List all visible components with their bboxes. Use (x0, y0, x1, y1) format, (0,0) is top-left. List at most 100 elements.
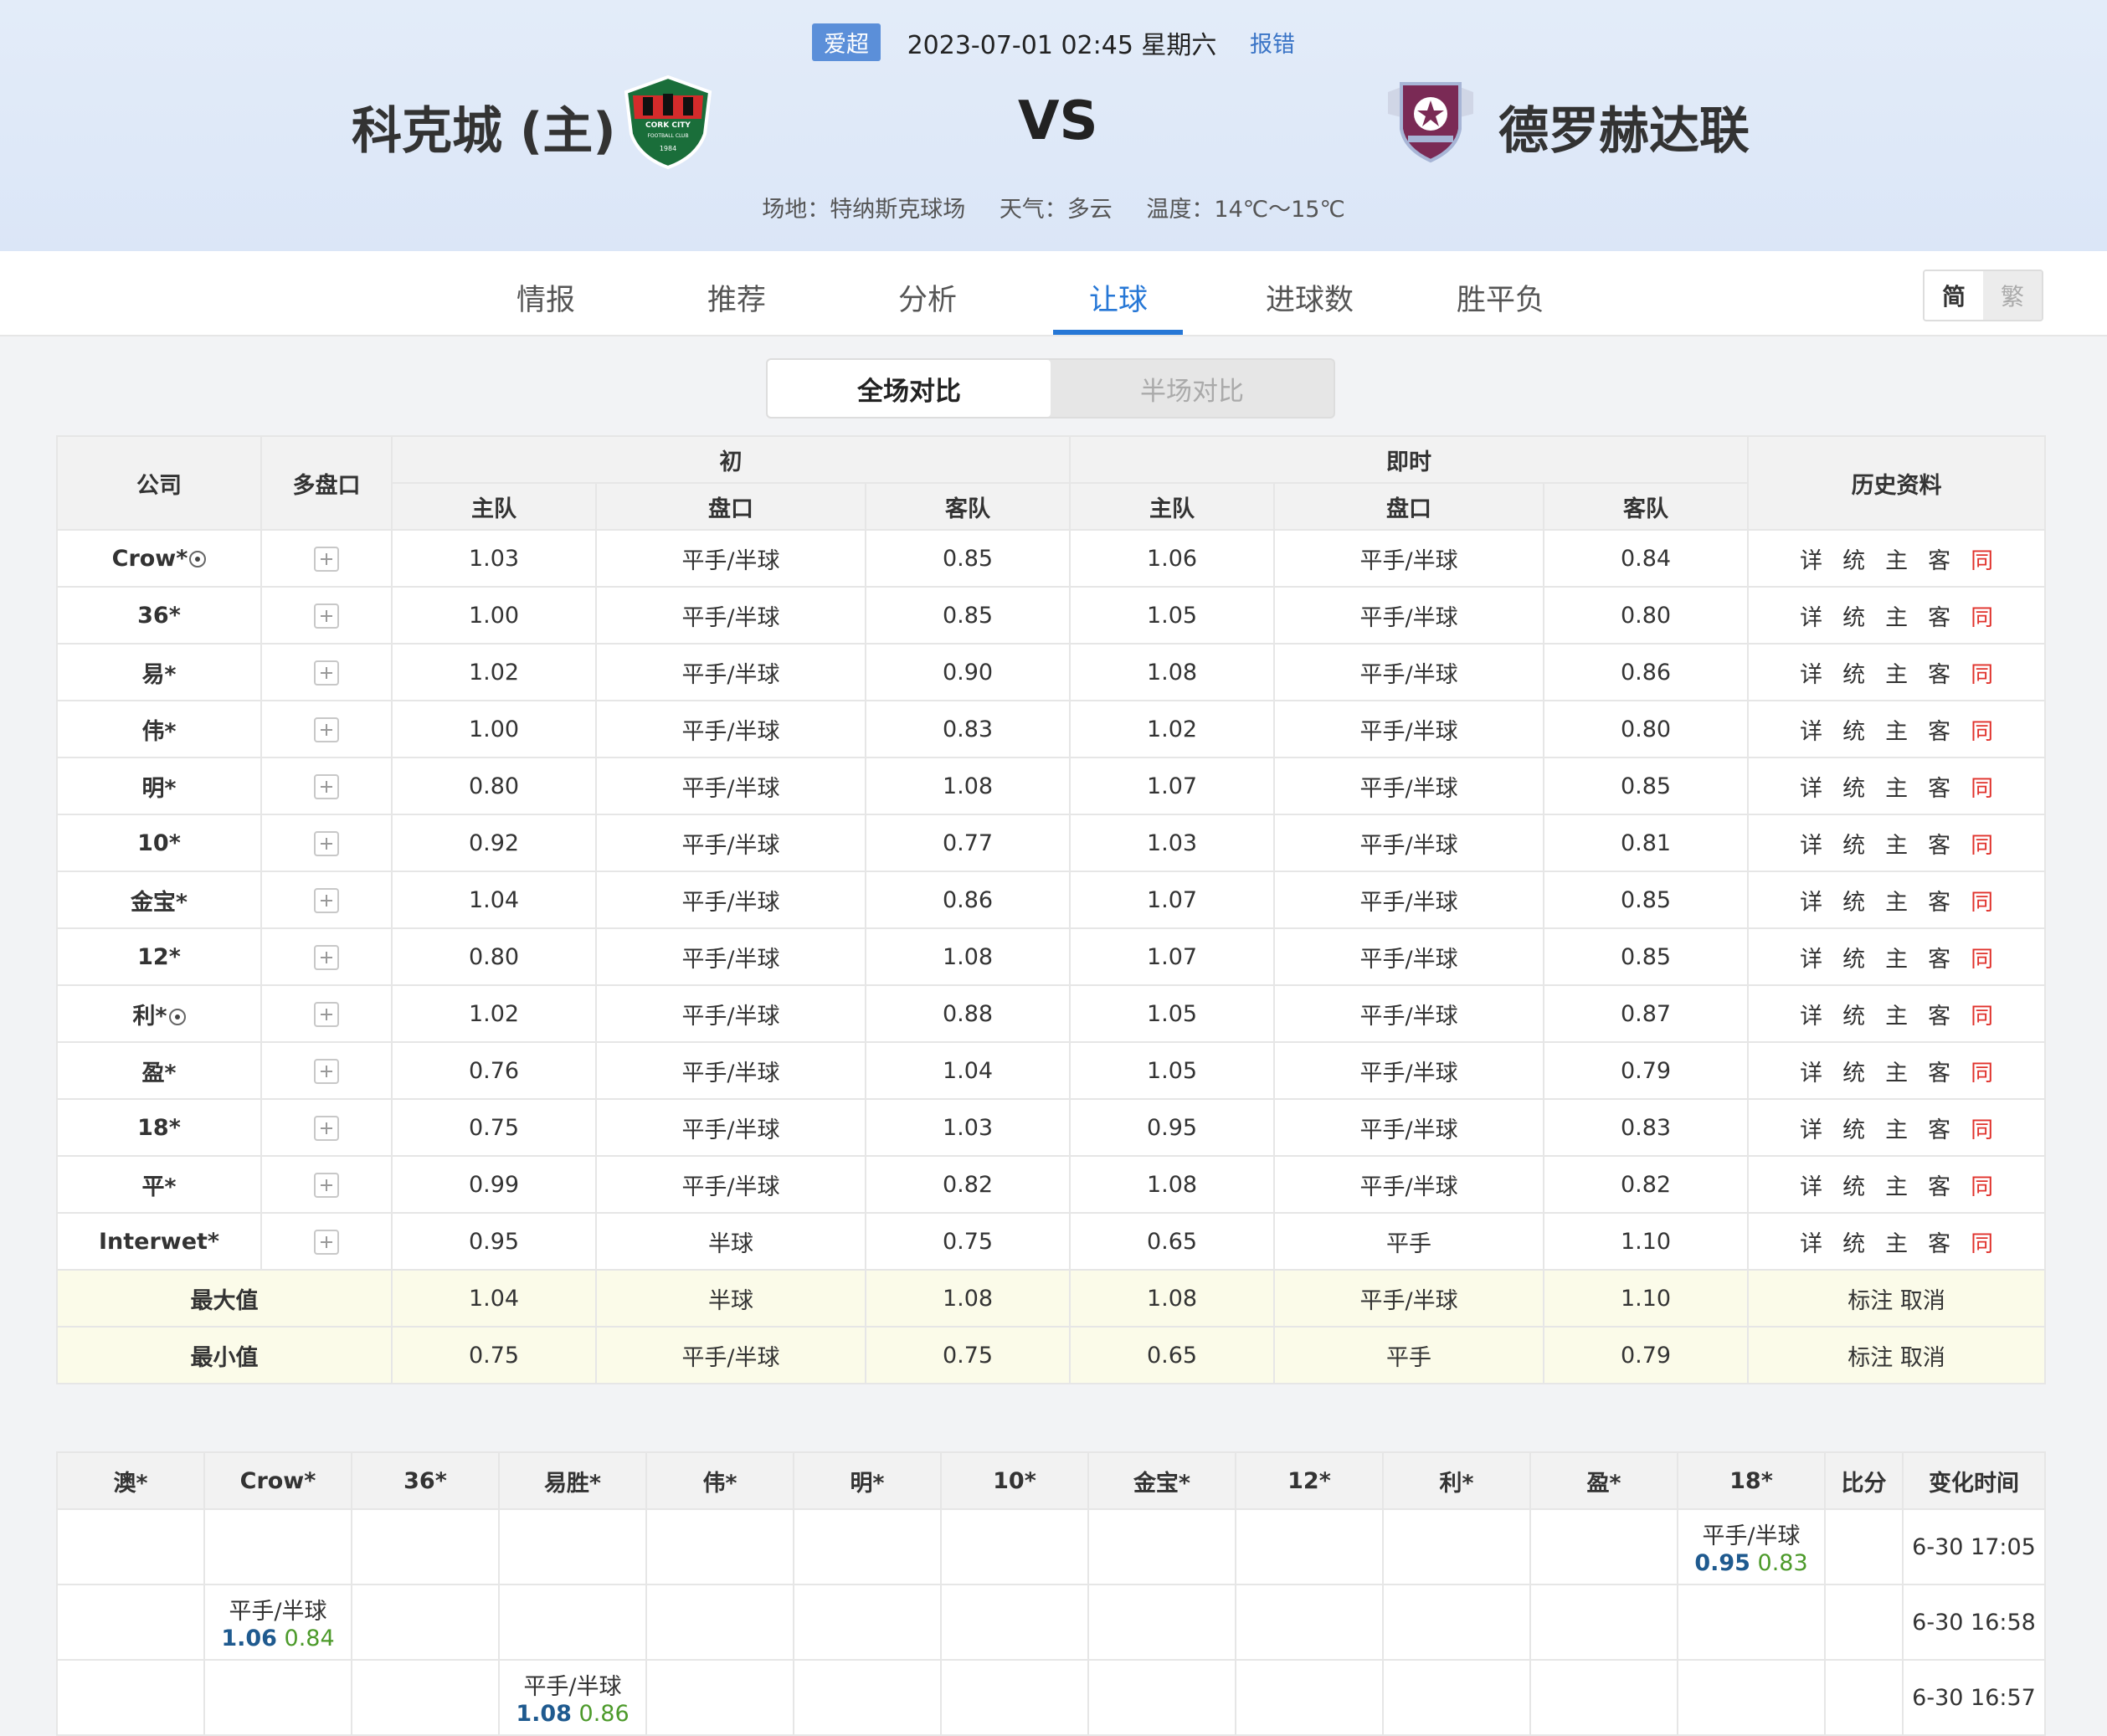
home-link[interactable]: 主 (1885, 1174, 1908, 1200)
stats-link[interactable]: 统 (1842, 719, 1865, 745)
detail-link[interactable]: 详 (1800, 833, 1822, 859)
tab-recommend[interactable]: 推荐 (707, 276, 766, 319)
stat-actions[interactable]: 标注 取消 (1747, 1326, 2047, 1384)
expand-plus-icon[interactable] (314, 716, 339, 742)
home-link[interactable]: 主 (1885, 1231, 1908, 1257)
lang-simplified-button[interactable]: 简 (1925, 271, 1983, 320)
detail-link[interactable]: 详 (1800, 947, 1822, 973)
same-link[interactable]: 同 (1971, 890, 1993, 916)
home-link[interactable]: 主 (1885, 947, 1908, 973)
detail-link[interactable]: 详 (1800, 890, 1822, 916)
report-error-link[interactable]: 报错 (1250, 26, 1295, 59)
home-link[interactable]: 主 (1885, 1117, 1908, 1143)
company-name[interactable]: 伟* (141, 719, 176, 745)
expand-plus-icon[interactable] (314, 944, 339, 970)
full-match-compare-button[interactable]: 全场对比 (768, 360, 1051, 417)
same-link[interactable]: 同 (1971, 662, 1993, 688)
home-link[interactable]: 主 (1885, 662, 1908, 688)
detail-link[interactable]: 详 (1800, 1117, 1822, 1143)
company-name[interactable]: 12* (137, 944, 181, 970)
stats-link[interactable]: 统 (1842, 1174, 1865, 1200)
expand-plus-icon[interactable] (314, 1058, 339, 1084)
expand-plus-icon[interactable] (314, 1172, 339, 1198)
detail-link[interactable]: 详 (1800, 1004, 1822, 1030)
same-link[interactable]: 同 (1971, 776, 1993, 802)
expand-plus-icon[interactable] (314, 887, 339, 913)
detail-link[interactable]: 详 (1800, 605, 1822, 631)
tab-info[interactable]: 情报 (516, 276, 575, 319)
cork-city-logo-icon[interactable]: CORK CITY FOOTBALL CLUB 1984 (621, 74, 715, 171)
company-name[interactable]: Interwet* (99, 1229, 219, 1255)
away-link[interactable]: 客 (1928, 947, 1950, 973)
same-link[interactable]: 同 (1971, 1174, 1993, 1200)
expand-plus-icon[interactable] (314, 603, 339, 629)
away-link[interactable]: 客 (1928, 1004, 1950, 1030)
expand-plus-icon[interactable] (314, 546, 339, 572)
stat-actions[interactable]: 标注 取消 (1747, 1269, 2047, 1328)
expand-plus-icon[interactable] (314, 830, 339, 856)
company-name[interactable]: 明* (141, 776, 176, 802)
company-name[interactable]: 18* (137, 1115, 181, 1141)
stats-link[interactable]: 统 (1842, 548, 1865, 574)
half-match-compare-button[interactable]: 半场对比 (1051, 360, 1334, 417)
company-name[interactable]: 易* (141, 662, 176, 688)
expand-plus-icon[interactable] (314, 1001, 339, 1027)
stats-link[interactable]: 统 (1842, 1004, 1865, 1030)
company-name[interactable]: 10* (137, 830, 181, 856)
company-name[interactable]: 平* (141, 1174, 176, 1200)
away-link[interactable]: 客 (1928, 662, 1950, 688)
stats-link[interactable]: 统 (1842, 833, 1865, 859)
home-link[interactable]: 主 (1885, 1061, 1908, 1086)
stats-link[interactable]: 统 (1842, 605, 1865, 631)
detail-link[interactable]: 详 (1800, 1231, 1822, 1257)
expand-plus-icon[interactable] (314, 1229, 339, 1255)
away-link[interactable]: 客 (1928, 776, 1950, 802)
stats-link[interactable]: 统 (1842, 1231, 1865, 1257)
company-name[interactable]: Crow* (112, 546, 188, 572)
away-team-name[interactable]: 德罗赫达联 (1498, 90, 1750, 163)
away-link[interactable]: 客 (1928, 890, 1950, 916)
home-link[interactable]: 主 (1885, 548, 1908, 574)
home-link[interactable]: 主 (1885, 605, 1908, 631)
tab-analysis[interactable]: 分析 (898, 276, 957, 319)
tab-goals[interactable]: 进球数 (1266, 276, 1354, 319)
away-link[interactable]: 客 (1928, 1061, 1950, 1086)
expand-plus-icon[interactable] (314, 1115, 339, 1141)
same-link[interactable]: 同 (1971, 548, 1993, 574)
home-link[interactable]: 主 (1885, 1004, 1908, 1030)
away-link[interactable]: 客 (1928, 719, 1950, 745)
stats-link[interactable]: 统 (1842, 890, 1865, 916)
stats-link[interactable]: 统 (1842, 776, 1865, 802)
lang-traditional-button[interactable]: 繁 (1983, 271, 2042, 320)
detail-link[interactable]: 详 (1800, 719, 1822, 745)
expand-plus-icon[interactable] (314, 660, 339, 686)
company-name[interactable]: 利* (132, 1004, 167, 1030)
expand-plus-icon[interactable] (314, 773, 339, 799)
same-link[interactable]: 同 (1971, 1231, 1993, 1257)
home-team-name[interactable]: 科克城 (主) (352, 90, 616, 163)
detail-link[interactable]: 详 (1800, 662, 1822, 688)
stats-link[interactable]: 统 (1842, 1061, 1865, 1086)
tab-1x2[interactable]: 胜平负 (1457, 276, 1544, 319)
away-link[interactable]: 客 (1928, 833, 1950, 859)
home-link[interactable]: 主 (1885, 833, 1908, 859)
same-link[interactable]: 同 (1971, 947, 1993, 973)
stats-link[interactable]: 统 (1842, 947, 1865, 973)
home-link[interactable]: 主 (1885, 890, 1908, 916)
company-name[interactable]: 36* (137, 603, 181, 629)
home-link[interactable]: 主 (1885, 719, 1908, 745)
away-link[interactable]: 客 (1928, 605, 1950, 631)
away-link[interactable]: 客 (1928, 1117, 1950, 1143)
detail-link[interactable]: 详 (1800, 1061, 1822, 1086)
company-name[interactable]: 盈* (141, 1061, 176, 1086)
detail-link[interactable]: 详 (1800, 548, 1822, 574)
away-link[interactable]: 客 (1928, 1174, 1950, 1200)
away-link[interactable]: 客 (1928, 1231, 1950, 1257)
tab-handicap[interactable]: 让球 (1089, 276, 1148, 319)
league-badge[interactable]: 爱超 (812, 23, 881, 61)
same-link[interactable]: 同 (1971, 1004, 1993, 1030)
home-link[interactable]: 主 (1885, 776, 1908, 802)
same-link[interactable]: 同 (1971, 1061, 1993, 1086)
drogheda-united-logo-icon[interactable] (1383, 80, 1478, 164)
same-link[interactable]: 同 (1971, 1117, 1993, 1143)
